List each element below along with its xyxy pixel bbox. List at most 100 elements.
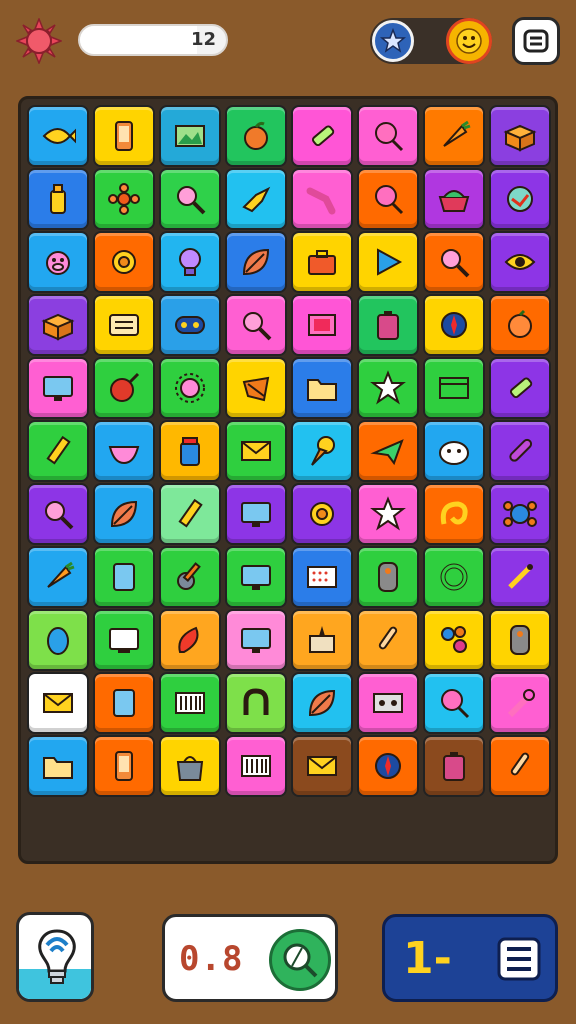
tile[interactable] xyxy=(159,105,221,167)
tile[interactable] xyxy=(27,483,89,545)
tile[interactable] xyxy=(225,735,287,797)
tile[interactable] xyxy=(423,231,485,293)
tile[interactable] xyxy=(489,168,551,230)
tile[interactable] xyxy=(489,357,551,419)
star-icon[interactable] xyxy=(372,20,414,62)
tile[interactable] xyxy=(423,168,485,230)
tile[interactable] xyxy=(93,168,155,230)
tile[interactable] xyxy=(291,483,353,545)
level-panel[interactable]: 1- xyxy=(382,914,558,1002)
tile[interactable] xyxy=(489,609,551,671)
tile[interactable] xyxy=(489,420,551,482)
tile[interactable] xyxy=(357,483,419,545)
list-menu-icon[interactable] xyxy=(512,17,560,65)
tile[interactable] xyxy=(423,672,485,734)
tile[interactable] xyxy=(489,546,551,608)
bulb-icon xyxy=(179,248,201,276)
tile[interactable] xyxy=(291,231,353,293)
tile[interactable] xyxy=(357,357,419,419)
smiley-face-icon[interactable] xyxy=(446,18,492,64)
tile[interactable] xyxy=(93,546,155,608)
tile[interactable] xyxy=(93,672,155,734)
tile[interactable] xyxy=(423,105,485,167)
tile[interactable] xyxy=(357,735,419,797)
tile[interactable] xyxy=(357,294,419,356)
tile[interactable] xyxy=(357,609,419,671)
tile[interactable] xyxy=(225,672,287,734)
tile[interactable] xyxy=(93,357,155,419)
tile[interactable] xyxy=(225,294,287,356)
magnifier-icon[interactable] xyxy=(269,929,331,991)
tile[interactable] xyxy=(93,609,155,671)
tile[interactable] xyxy=(159,420,221,482)
tile[interactable] xyxy=(357,231,419,293)
tile[interactable] xyxy=(27,735,89,797)
tile[interactable] xyxy=(225,483,287,545)
tile[interactable] xyxy=(291,546,353,608)
tile[interactable] xyxy=(291,420,353,482)
tile[interactable] xyxy=(27,672,89,734)
tile[interactable] xyxy=(159,168,221,230)
tile[interactable] xyxy=(423,294,485,356)
tile[interactable] xyxy=(93,420,155,482)
tile[interactable] xyxy=(159,483,221,545)
tile[interactable] xyxy=(423,609,485,671)
sun-gear-icon[interactable] xyxy=(14,16,64,66)
tile[interactable] xyxy=(357,105,419,167)
tile[interactable] xyxy=(291,294,353,356)
folder-icon xyxy=(307,379,337,401)
tile[interactable] xyxy=(423,420,485,482)
tile[interactable] xyxy=(27,105,89,167)
tile[interactable] xyxy=(423,546,485,608)
tile[interactable] xyxy=(225,231,287,293)
tile[interactable] xyxy=(159,735,221,797)
tile[interactable] xyxy=(225,420,287,482)
tile[interactable] xyxy=(489,105,551,167)
tile[interactable] xyxy=(291,105,353,167)
pencil-icon xyxy=(46,435,71,465)
tile[interactable] xyxy=(489,735,551,797)
tile[interactable] xyxy=(225,546,287,608)
tile[interactable] xyxy=(423,357,485,419)
tile[interactable] xyxy=(93,294,155,356)
tile[interactable] xyxy=(225,105,287,167)
tile[interactable] xyxy=(225,357,287,419)
tile[interactable] xyxy=(357,672,419,734)
tile[interactable] xyxy=(489,483,551,545)
tile[interactable] xyxy=(291,735,353,797)
tile[interactable] xyxy=(159,546,221,608)
tile[interactable] xyxy=(27,231,89,293)
tile[interactable] xyxy=(93,105,155,167)
tile[interactable] xyxy=(291,357,353,419)
tile[interactable] xyxy=(225,168,287,230)
tile[interactable] xyxy=(291,609,353,671)
tile[interactable] xyxy=(489,672,551,734)
tile[interactable] xyxy=(27,294,89,356)
tile[interactable] xyxy=(357,168,419,230)
tile[interactable] xyxy=(159,231,221,293)
tile[interactable] xyxy=(159,357,221,419)
tile[interactable] xyxy=(291,672,353,734)
tile[interactable] xyxy=(489,294,551,356)
tile[interactable] xyxy=(423,483,485,545)
tile[interactable] xyxy=(93,483,155,545)
tile[interactable] xyxy=(423,735,485,797)
tile[interactable] xyxy=(159,672,221,734)
tile[interactable] xyxy=(93,735,155,797)
tile[interactable] xyxy=(357,546,419,608)
tile[interactable] xyxy=(27,420,89,482)
marker-icon xyxy=(311,125,335,147)
tile[interactable] xyxy=(159,609,221,671)
tile[interactable] xyxy=(489,231,551,293)
tile[interactable] xyxy=(225,609,287,671)
hint-button[interactable] xyxy=(16,912,94,1002)
tile[interactable] xyxy=(27,609,89,671)
tile[interactable] xyxy=(27,357,89,419)
tile[interactable] xyxy=(357,420,419,482)
tile[interactable] xyxy=(93,231,155,293)
tile[interactable] xyxy=(27,168,89,230)
tile[interactable] xyxy=(159,294,221,356)
tile[interactable] xyxy=(291,168,353,230)
tile[interactable] xyxy=(27,546,89,608)
fish-icon xyxy=(42,128,76,144)
